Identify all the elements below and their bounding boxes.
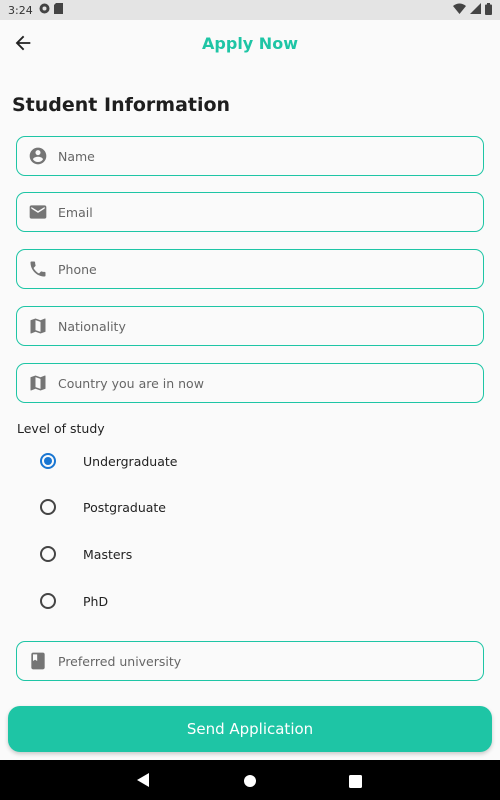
radio-option-phd[interactable]: PhD bbox=[40, 589, 108, 613]
university-input[interactable] bbox=[58, 653, 438, 669]
send-application-button[interactable]: Send Application bbox=[8, 706, 492, 752]
nationality-input[interactable] bbox=[58, 318, 438, 334]
radio-unchecked-icon[interactable] bbox=[40, 546, 56, 562]
wifi-icon bbox=[453, 3, 466, 17]
nav-recents-icon[interactable] bbox=[349, 773, 362, 792]
battery-icon bbox=[485, 2, 492, 18]
country-field[interactable] bbox=[16, 363, 484, 403]
nav-home-icon[interactable] bbox=[243, 773, 257, 792]
phone-input[interactable] bbox=[58, 261, 438, 277]
radio-checked-icon[interactable] bbox=[40, 453, 56, 469]
name-input[interactable] bbox=[58, 148, 438, 164]
nationality-field[interactable] bbox=[16, 306, 484, 346]
radio-unchecked-icon[interactable] bbox=[40, 499, 56, 515]
map-icon bbox=[28, 316, 48, 336]
page-title: Apply Now bbox=[202, 33, 298, 53]
nav-back-icon[interactable] bbox=[136, 772, 150, 792]
radio-label: Masters bbox=[83, 546, 133, 562]
book-icon bbox=[28, 651, 48, 671]
country-input[interactable] bbox=[58, 375, 438, 391]
level-of-study-label: Level of study bbox=[17, 421, 105, 436]
map-icon bbox=[28, 373, 48, 393]
status-bar: 3:24 bbox=[0, 0, 500, 20]
email-input[interactable] bbox=[58, 204, 438, 220]
person-icon bbox=[28, 146, 48, 166]
radio-option-masters[interactable]: Masters bbox=[40, 542, 132, 566]
university-field[interactable] bbox=[16, 641, 484, 681]
status-time: 3:24 bbox=[8, 3, 33, 17]
radio-option-undergraduate[interactable]: Undergraduate bbox=[40, 449, 177, 473]
sd-card-icon bbox=[53, 3, 63, 17]
phone-icon bbox=[28, 259, 48, 279]
name-field[interactable] bbox=[16, 136, 484, 176]
section-title: Student Information bbox=[12, 94, 231, 116]
radio-unchecked-icon[interactable] bbox=[40, 593, 56, 609]
signal-icon bbox=[470, 3, 481, 17]
system-nav-bar bbox=[0, 760, 500, 800]
phone-field[interactable] bbox=[16, 249, 484, 289]
radio-label: Postgraduate bbox=[83, 499, 166, 515]
email-field[interactable] bbox=[16, 192, 484, 232]
radio-label: Undergraduate bbox=[83, 453, 178, 469]
app-bar: Apply Now bbox=[0, 20, 500, 66]
email-icon bbox=[28, 202, 48, 222]
radio-option-postgraduate[interactable]: Postgraduate bbox=[40, 495, 166, 519]
notification-icon bbox=[39, 3, 50, 17]
radio-label: PhD bbox=[83, 593, 109, 609]
back-arrow-icon[interactable] bbox=[12, 32, 34, 54]
